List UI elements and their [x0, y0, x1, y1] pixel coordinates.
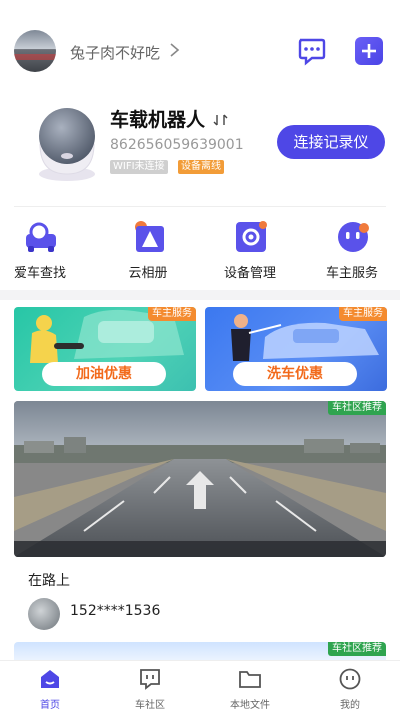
feature-label: 设备管理	[223, 266, 276, 281]
tab-community[interactable]: 车社区	[100, 661, 200, 710]
feature-owner-service[interactable]: 车主服务	[312, 218, 392, 281]
tab-label: 我的	[340, 700, 360, 710]
feature-device-management[interactable]: 设备管理	[210, 218, 290, 281]
device-settings-icon	[236, 221, 267, 252]
feed-video-thumbnail[interactable]: 车社区推荐	[14, 401, 386, 557]
feature-car-search[interactable]: 爱车查找	[0, 218, 80, 281]
connect-recorder-button[interactable]: 连接记录仪	[277, 125, 385, 159]
tab-profile[interactable]: 我的	[300, 661, 400, 710]
signal-icon	[213, 114, 228, 126]
car-search-icon	[26, 222, 56, 252]
community-icon	[140, 669, 160, 690]
next-feed-card[interactable]: 车社区推荐	[14, 642, 386, 662]
owner-service-icon	[338, 222, 369, 252]
device-status-badge: 设备离线	[178, 160, 224, 174]
feed-user-avatar[interactable]	[28, 598, 60, 630]
road-scene-image	[14, 401, 386, 557]
promo-tag: 车主服务	[148, 307, 196, 321]
tab-home[interactable]: 首页	[0, 661, 100, 710]
message-icon[interactable]	[296, 36, 326, 66]
promo-label: 洗车优惠	[233, 362, 357, 386]
car-wash-discount-banner[interactable]: 车主服务 洗车优惠	[205, 307, 387, 391]
device-name: 车载机器人	[110, 109, 206, 131]
tab-label: 本地文件	[230, 700, 270, 710]
feed-username[interactable]: 152****1536	[70, 603, 160, 619]
cloud-album-icon	[135, 221, 164, 252]
bottom-tab-bar: 首页 车社区 本地文件 我的	[0, 660, 400, 710]
tab-label: 车社区	[135, 700, 165, 710]
feature-cloud-album[interactable]: 云相册	[108, 218, 188, 281]
tab-label: 首页	[40, 700, 60, 710]
user-avatar[interactable]	[14, 30, 56, 72]
divider	[14, 206, 386, 207]
plus-icon	[362, 44, 376, 58]
feed-title[interactable]: 在路上	[28, 570, 70, 590]
section-separator	[0, 290, 400, 300]
username[interactable]: 兔子肉不好吃	[70, 42, 160, 63]
feature-label: 云相册	[128, 266, 168, 281]
top-bar: 兔子肉不好吃	[0, 30, 400, 74]
profile-icon	[339, 668, 361, 690]
tab-local-files[interactable]: 本地文件	[200, 661, 300, 710]
promo-tag: 车主服务	[339, 307, 387, 321]
fuel-discount-banner[interactable]: 车主服务 加油优惠	[14, 307, 196, 391]
feature-label: 车主服务	[325, 266, 378, 281]
add-button[interactable]	[355, 37, 383, 65]
device-id: 862656059639001	[110, 137, 244, 153]
folder-icon	[239, 671, 261, 688]
promo-label: 加油优惠	[42, 362, 166, 386]
community-recommend-tag: 车社区推荐	[328, 401, 386, 415]
feature-label: 爱车查找	[13, 266, 66, 281]
robot-device-image	[39, 108, 95, 181]
community-recommend-tag: 车社区推荐	[328, 642, 386, 656]
wifi-status-badge: WIFI未连接	[110, 160, 168, 174]
home-icon	[41, 670, 59, 688]
chevron-right-icon[interactable]	[168, 39, 182, 61]
